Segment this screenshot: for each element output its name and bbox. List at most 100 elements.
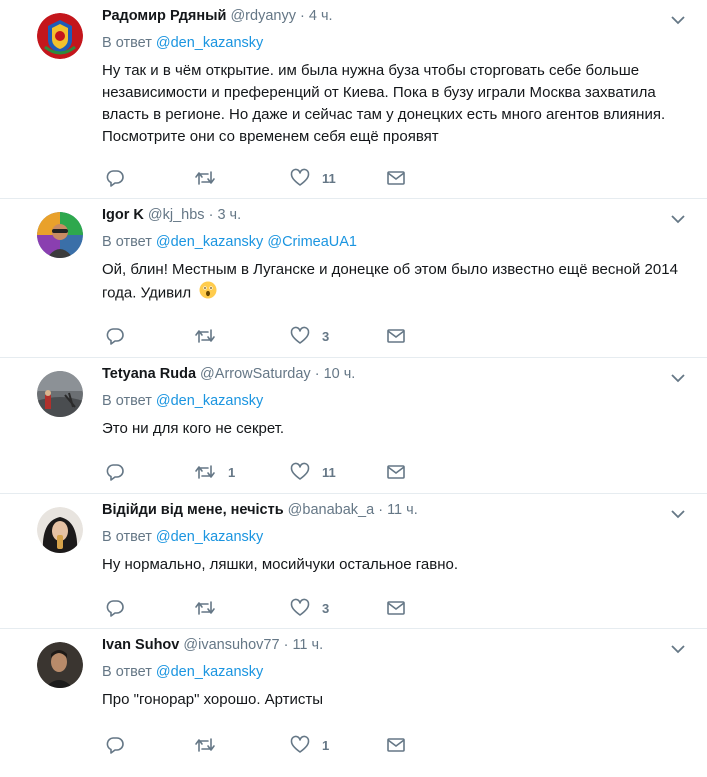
tweet-actions: 1: [102, 735, 422, 755]
reply-icon: [106, 600, 124, 617]
retweet-button[interactable]: 1: [194, 462, 235, 482]
reply-prefix: В ответ: [102, 529, 152, 545]
dm-button[interactable]: [386, 735, 406, 755]
reply-context: В ответ @den_kazansky: [102, 35, 263, 51]
like-count: 3: [322, 600, 330, 616]
reply-button[interactable]: [105, 598, 125, 618]
reply-button[interactable]: [105, 735, 125, 755]
chevron-down-icon[interactable]: [671, 506, 685, 524]
avatar[interactable]: [37, 507, 83, 553]
reply-prefix: В ответ: [102, 664, 152, 680]
tweet-actions: 3: [102, 326, 422, 346]
reply-icon: [106, 737, 124, 754]
tweet-1[interactable]: Радомир Рдяный @rdyanyy · 4 ч. В ответ @…: [0, 0, 707, 199]
tweet-actions: 1 11: [102, 462, 422, 482]
chevron-down-icon[interactable]: [671, 12, 685, 30]
reply-icon: [106, 464, 124, 481]
avatar[interactable]: [37, 371, 83, 417]
author-handle[interactable]: @kj_hbs: [148, 207, 205, 223]
mention-link[interactable]: @CrimeaUA1: [267, 234, 357, 250]
reply-button[interactable]: [105, 168, 125, 188]
author-name[interactable]: Igor K: [102, 207, 144, 223]
author-handle[interactable]: @ArrowSaturday: [200, 366, 311, 382]
retweet-button[interactable]: [194, 735, 228, 755]
like-count: 1: [322, 737, 330, 753]
mention-link[interactable]: @den_kazansky: [156, 664, 263, 680]
reply-context: В ответ @den_kazansky: [102, 393, 263, 409]
retweet-icon: [195, 601, 215, 615]
dm-button[interactable]: [386, 326, 406, 346]
author-name[interactable]: Tetyana Ruda: [102, 366, 196, 382]
reply-context: В ответ @den_kazansky: [102, 664, 263, 680]
separator-dot: ·: [378, 502, 384, 518]
like-button[interactable]: 3: [290, 326, 329, 346]
mention-link[interactable]: @den_kazansky: [156, 529, 263, 545]
tweet-header: Igor K @kj_hbs · 3 ч.: [102, 207, 241, 223]
mention-link[interactable]: @den_kazansky: [156, 35, 263, 51]
timestamp[interactable]: 11 ч.: [292, 637, 323, 653]
reply-button[interactable]: [105, 326, 125, 346]
author-handle[interactable]: @ivansuhov77: [183, 637, 279, 653]
retweet-count: 1: [228, 464, 236, 480]
reply-context: В ответ @den_kazansky @CrimeaUA1: [102, 234, 357, 250]
separator-dot: ·: [208, 207, 214, 223]
mention-link[interactable]: @den_kazansky: [156, 393, 263, 409]
dm-button[interactable]: [386, 168, 406, 188]
tweet-4[interactable]: Відійди від мене, нечість @banabak_a · 1…: [0, 494, 707, 629]
tweet-3[interactable]: Tetyana Ruda @ArrowSaturday · 10 ч. В от…: [0, 358, 707, 494]
avatar[interactable]: [37, 13, 83, 59]
dm-button[interactable]: [386, 462, 406, 482]
retweet-icon: [195, 171, 215, 185]
chevron-down-icon[interactable]: [671, 211, 685, 229]
reply-prefix: В ответ: [102, 35, 152, 51]
retweet-icon: [195, 738, 215, 752]
like-icon: [290, 168, 310, 186]
tweet-header: Ivan Suhov @ivansuhov77 · 11 ч.: [102, 637, 323, 653]
timestamp[interactable]: 10 ч.: [324, 366, 356, 382]
avatar[interactable]: [37, 212, 83, 258]
retweet-icon: [195, 329, 215, 343]
timestamp[interactable]: 11 ч.: [387, 502, 418, 518]
tweet-header: Відійди від мене, нечість @banabak_a · 1…: [102, 502, 418, 518]
tweet-text-body: Ой, блин! Местным в Луганске и донецке о…: [102, 261, 678, 302]
timestamp[interactable]: 4 ч.: [309, 8, 333, 24]
timestamp[interactable]: 3 ч.: [217, 207, 241, 223]
dm-icon: [387, 738, 405, 752]
tweet-2[interactable]: Igor K @kj_hbs · 3 ч. В ответ @den_kazan…: [0, 199, 707, 358]
separator-dot: ·: [283, 637, 289, 653]
like-button[interactable]: 1: [290, 735, 329, 755]
like-icon: [290, 462, 310, 480]
like-button[interactable]: 11: [290, 168, 336, 188]
retweet-button[interactable]: [194, 168, 228, 188]
dm-icon: [387, 465, 405, 479]
retweet-button[interactable]: [194, 598, 228, 618]
astonished-face-icon: [199, 281, 217, 306]
reply-icon: [106, 170, 124, 187]
author-name[interactable]: Відійди від мене, нечість: [102, 502, 284, 518]
tweet-actions: 11: [102, 168, 422, 188]
like-button[interactable]: 11: [290, 462, 336, 482]
dm-button[interactable]: [386, 598, 406, 618]
separator-dot: ·: [299, 8, 305, 24]
tweet-5[interactable]: Ivan Suhov @ivansuhov77 · 11 ч. В ответ …: [0, 629, 707, 777]
author-handle[interactable]: @rdyanyy: [230, 8, 296, 24]
tweet-text: Ну так и в чём открытие. им была нужна б…: [102, 62, 666, 145]
dm-icon: [387, 601, 405, 615]
like-button[interactable]: 3: [290, 598, 329, 618]
mention-link[interactable]: @den_kazansky: [156, 234, 263, 250]
author-name[interactable]: Ivan Suhov: [102, 637, 179, 653]
author-name[interactable]: Радомир Рдяный: [102, 8, 226, 24]
author-handle[interactable]: @banabak_a: [288, 502, 374, 518]
dm-icon: [387, 329, 405, 343]
retweet-button[interactable]: [194, 326, 228, 346]
tweet-text: Ну нормально, ляшки, мосийчуки остальное…: [102, 556, 459, 573]
reply-context: В ответ @den_kazansky: [102, 529, 263, 545]
chevron-down-icon[interactable]: [671, 641, 685, 659]
reply-button[interactable]: [105, 462, 125, 482]
retweet-icon: [195, 465, 215, 479]
reply-prefix: В ответ: [102, 393, 152, 409]
chevron-down-icon[interactable]: [671, 370, 685, 388]
avatar[interactable]: [37, 642, 83, 688]
reply-icon: [106, 328, 124, 345]
like-count: 11: [322, 170, 336, 186]
